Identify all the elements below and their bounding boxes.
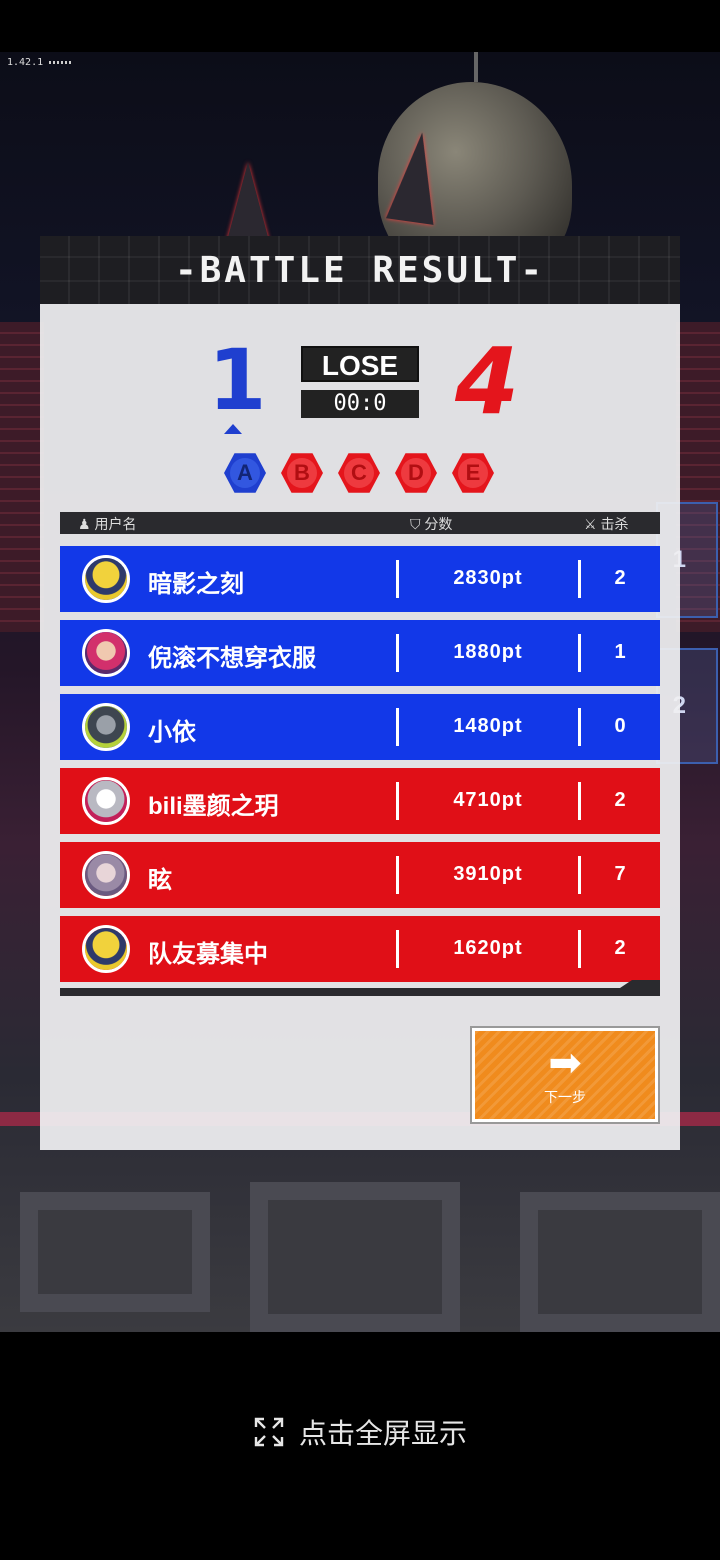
header-score-label: 分数 bbox=[424, 516, 453, 532]
player-score: 1620pt bbox=[453, 937, 523, 959]
player-avatar bbox=[82, 925, 130, 973]
round-label: E bbox=[458, 458, 488, 488]
header-user: ♟ 用户名 bbox=[78, 514, 136, 534]
row-divider bbox=[578, 782, 581, 820]
player-kills: 2 bbox=[614, 789, 626, 811]
player-score: 1480pt bbox=[453, 715, 523, 737]
player-kills: 1 bbox=[614, 641, 626, 663]
team-score: 1 bbox=[208, 331, 267, 429]
row-divider bbox=[396, 560, 399, 598]
player-kills: 2 bbox=[614, 937, 626, 959]
user-icon: ♟ bbox=[78, 516, 95, 532]
team-indicator-icon bbox=[224, 424, 242, 434]
header-kills-label: 击杀 bbox=[600, 516, 629, 532]
row-divider bbox=[396, 634, 399, 672]
header-kills: ⚔ 击杀 bbox=[584, 514, 628, 534]
player-row[interactable]: bili墨颜之玥 4710pt 2 bbox=[60, 768, 660, 834]
panel-title: -BATTLE RESULT- bbox=[174, 250, 546, 291]
version-label: 1.42.1 bbox=[7, 57, 71, 68]
floor-tile bbox=[20, 1192, 210, 1312]
enemy-score: 4 bbox=[454, 328, 519, 435]
player-name: 小依 bbox=[148, 719, 196, 746]
fullscreen-button[interactable]: 点击全屏显示 bbox=[0, 1412, 720, 1452]
header-score: ⛉ 分数 bbox=[410, 514, 452, 534]
round-hex-e[interactable]: E bbox=[452, 453, 494, 493]
next-step-button[interactable]: ➡ 下一步 bbox=[470, 1026, 660, 1124]
player-name: bili墨颜之玥 bbox=[148, 793, 279, 820]
row-divider bbox=[396, 782, 399, 820]
player-score: 4710pt bbox=[453, 789, 523, 811]
player-row[interactable]: 暗影之刻 2830pt 2 bbox=[60, 546, 660, 612]
row-divider bbox=[396, 930, 399, 968]
round-label: B bbox=[287, 458, 317, 488]
player-score: 1880pt bbox=[453, 641, 523, 663]
header-user-label: 用户名 bbox=[94, 516, 137, 532]
player-name: 倪滚不想穿衣服 bbox=[148, 645, 316, 672]
row-divider bbox=[578, 856, 581, 894]
table-header: ♟ 用户名 ⛉ 分数 ⚔ 击杀 bbox=[60, 512, 660, 534]
player-score: 2830pt bbox=[453, 567, 523, 589]
player-avatar bbox=[82, 703, 130, 751]
next-step-label: 下一步 bbox=[544, 1089, 586, 1105]
battle-result-panel: -BATTLE RESULT- 1 LOSE 00:0 4 A B C D E … bbox=[40, 236, 680, 1150]
floor-tile bbox=[250, 1182, 460, 1332]
player-avatar bbox=[82, 777, 130, 825]
match-status-badge: LOSE bbox=[301, 346, 419, 382]
player-name: 队友募集中 bbox=[148, 941, 268, 968]
row-divider bbox=[578, 560, 581, 598]
arrow-right-icon: ➡ bbox=[548, 1041, 582, 1085]
player-kills: 7 bbox=[614, 863, 626, 885]
round-hex-a[interactable]: A bbox=[224, 453, 266, 493]
player-kills: 2 bbox=[614, 567, 626, 589]
row-divider bbox=[396, 708, 399, 746]
player-row[interactable]: 倪滚不想穿衣服 1880pt 1 bbox=[60, 620, 660, 686]
round-hex-c[interactable]: C bbox=[338, 453, 380, 493]
score-icon: ⛉ bbox=[410, 516, 425, 532]
row-divider bbox=[578, 634, 581, 672]
row-divider bbox=[578, 930, 581, 968]
round-hex-d[interactable]: D bbox=[395, 453, 437, 493]
player-name: 暗影之刻 bbox=[148, 571, 244, 598]
fullscreen-label: 点击全屏显示 bbox=[298, 1418, 467, 1449]
kills-icon: ⚔ bbox=[584, 516, 601, 532]
background-building bbox=[0, 322, 44, 632]
player-avatar bbox=[82, 629, 130, 677]
row-divider bbox=[396, 856, 399, 894]
match-timer: 00:0 bbox=[301, 390, 419, 418]
player-name: 眩 bbox=[148, 867, 172, 894]
player-row[interactable]: 眩 3910pt 7 bbox=[60, 842, 660, 908]
player-kills: 0 bbox=[614, 715, 626, 737]
round-hex-b[interactable]: B bbox=[281, 453, 323, 493]
table-footer bbox=[60, 988, 660, 996]
player-row[interactable]: 队友募集中 1620pt 2 bbox=[60, 916, 660, 982]
panel-header: -BATTLE RESULT- bbox=[40, 236, 680, 304]
round-label: D bbox=[401, 458, 431, 488]
expand-icon bbox=[254, 1417, 284, 1447]
round-label: A bbox=[230, 458, 260, 488]
player-avatar bbox=[82, 851, 130, 899]
player-score: 3910pt bbox=[453, 863, 523, 885]
round-label: C bbox=[344, 458, 374, 488]
player-avatar bbox=[82, 555, 130, 603]
player-row[interactable]: 小依 1480pt 0 bbox=[60, 694, 660, 760]
row-divider bbox=[578, 708, 581, 746]
floor-tile bbox=[520, 1192, 720, 1332]
